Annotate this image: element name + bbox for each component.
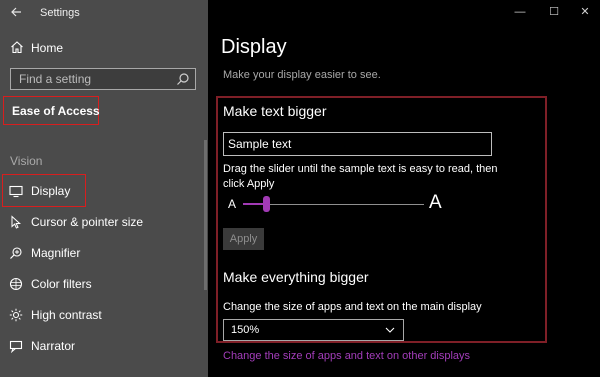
category-highlight: Ease of Access bbox=[3, 96, 100, 125]
sidebar-item-label: Narrator bbox=[31, 339, 76, 353]
slider-min-glyph: A bbox=[228, 197, 237, 211]
sidebar-item-label: Magnifier bbox=[31, 246, 81, 260]
sample-text-field[interactable] bbox=[223, 132, 492, 156]
high-contrast-icon bbox=[9, 308, 23, 322]
sidebar-item-label: Color filters bbox=[31, 277, 92, 291]
text-size-slider[interactable] bbox=[243, 204, 424, 205]
sidebar-item-label: High contrast bbox=[31, 308, 102, 322]
search-icon[interactable] bbox=[176, 72, 190, 86]
app-title: Settings bbox=[40, 7, 80, 19]
scale-description: Change the size of apps and text on the … bbox=[223, 301, 482, 313]
other-displays-link[interactable]: Change the size of apps and text on othe… bbox=[223, 350, 470, 362]
cursor-icon bbox=[11, 215, 21, 229]
search-input[interactable] bbox=[11, 69, 179, 89]
scale-dropdown[interactable]: 150% bbox=[223, 319, 404, 341]
category-title: Ease of Access bbox=[12, 104, 100, 118]
search-box[interactable] bbox=[10, 68, 196, 90]
title-bar: Settings bbox=[0, 0, 208, 26]
selected-item-highlight bbox=[2, 174, 86, 207]
sidebar-item-high-contrast[interactable]: High contrast bbox=[0, 303, 208, 327]
close-button[interactable]: ✕ bbox=[576, 4, 594, 20]
slider-max-glyph: A bbox=[429, 192, 442, 213]
narrator-icon bbox=[9, 340, 23, 353]
home-label: Home bbox=[31, 41, 64, 55]
sidebar-item-narrator[interactable]: Narrator bbox=[0, 334, 208, 358]
apply-button[interactable]: Apply bbox=[223, 228, 264, 250]
slider-instructions: Drag the slider until the sample text is… bbox=[223, 163, 498, 190]
magnifier-icon bbox=[10, 247, 22, 259]
sidebar-item-label: Cursor & pointer size bbox=[31, 215, 144, 229]
sidebar-item-color-filters[interactable]: Color filters bbox=[0, 272, 208, 296]
back-button[interactable] bbox=[6, 3, 26, 21]
color-filters-icon bbox=[9, 277, 23, 291]
sidebar-item-magnifier[interactable]: Magnifier bbox=[0, 241, 208, 265]
sidebar-item-cursor[interactable]: Cursor & pointer size bbox=[0, 210, 208, 234]
sidebar-item-home[interactable]: Home bbox=[0, 37, 208, 59]
page-title: Display bbox=[221, 36, 287, 58]
text-bigger-heading: Make text bigger bbox=[223, 103, 327, 119]
main-content: — ☐ ✕ Display Make your display easier t… bbox=[208, 0, 600, 377]
slider-thumb[interactable] bbox=[263, 196, 271, 212]
back-arrow-icon bbox=[11, 7, 21, 17]
scale-dropdown-value: 150% bbox=[231, 324, 260, 336]
sidebar-scrollbar[interactable] bbox=[204, 140, 207, 290]
page-subtitle: Make your display easier to see. bbox=[223, 69, 381, 81]
chevron-down-icon bbox=[385, 327, 395, 333]
home-icon bbox=[11, 41, 23, 54]
section-label-vision: Vision bbox=[10, 154, 43, 168]
maximize-button[interactable]: ☐ bbox=[545, 4, 563, 20]
everything-bigger-heading: Make everything bigger bbox=[223, 269, 369, 285]
sidebar: Settings Home Ease of Access Vision Disp… bbox=[0, 0, 208, 377]
minimize-button[interactable]: — bbox=[511, 4, 529, 20]
